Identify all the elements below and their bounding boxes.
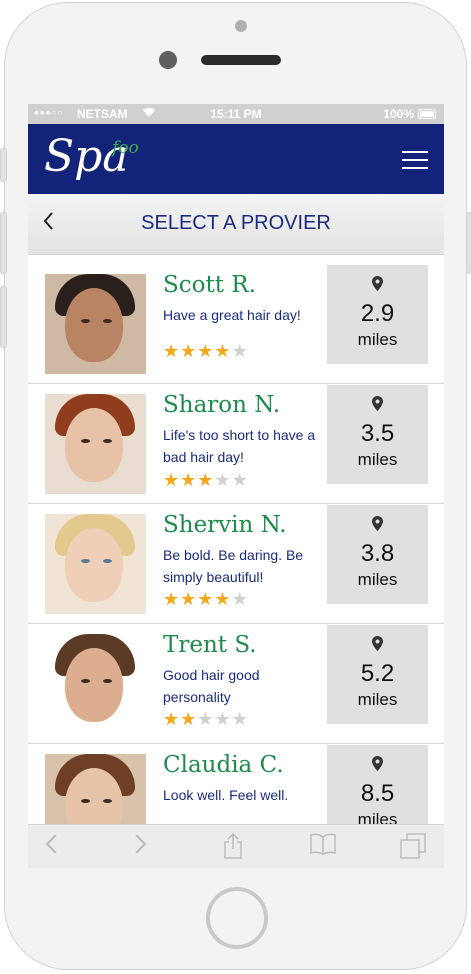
distance-box: 3.8 miles	[327, 505, 428, 604]
provider-item[interactable]: Sharon N. Life's too short to have a bad…	[28, 384, 444, 504]
battery-percent: 100%	[383, 107, 414, 121]
star-filled-icon: ★	[180, 709, 198, 729]
distance-unit: miles	[357, 690, 398, 709]
star-filled-icon: ★	[197, 341, 215, 361]
star-filled-icon: ★	[163, 709, 181, 729]
star-filled-icon: ★	[163, 589, 181, 609]
volume-down-button[interactable]	[0, 286, 7, 348]
star-filled-icon: ★	[197, 589, 215, 609]
map-pin-icon	[372, 276, 383, 291]
provider-item[interactable]: Scott R. Have a great hair day! ★★★★★ 2.…	[28, 264, 444, 384]
front-camera	[159, 51, 177, 69]
rating-stars: ★★★★★	[163, 590, 249, 608]
earpiece-speaker	[201, 55, 281, 65]
star-empty-icon: ★	[231, 341, 249, 361]
distance-box: 2.9 miles	[327, 265, 428, 364]
power-button[interactable]	[466, 212, 471, 274]
provider-tagline: Be bold. Be daring. Be simply beautiful!	[163, 547, 304, 585]
status-time: 15:11 PM	[210, 107, 262, 121]
mute-switch[interactable]	[0, 148, 7, 182]
tabs-icon[interactable]	[400, 833, 426, 863]
distance-value: 2.9	[360, 300, 395, 327]
star-filled-icon: ★	[214, 341, 232, 361]
provider-name: Claudia C.	[163, 752, 284, 778]
share-icon[interactable]	[222, 832, 244, 863]
provider-name: Shervin N.	[163, 512, 287, 538]
star-filled-icon: ★	[214, 589, 232, 609]
star-filled-icon: ★	[180, 341, 198, 361]
provider-photo	[45, 514, 146, 614]
star-filled-icon: ★	[180, 589, 198, 609]
provider-photo	[45, 394, 146, 494]
star-empty-icon: ★	[231, 470, 249, 490]
proximity-sensor	[235, 20, 247, 32]
distance-unit: miles	[357, 570, 398, 589]
provider-name: Sharon N.	[163, 392, 281, 418]
rating-stars: ★★★★★	[163, 342, 249, 360]
page-header: SELECT A PROVIER	[28, 194, 444, 255]
provider-name: Trent S.	[163, 632, 257, 658]
rating-stars: ★★★★★	[163, 471, 249, 489]
map-pin-icon	[372, 756, 383, 771]
rating-stars: ★★★★★	[163, 710, 249, 728]
star-empty-icon: ★	[197, 709, 215, 729]
forward-icon[interactable]	[134, 833, 148, 859]
distance-box: 3.5 miles	[327, 385, 428, 484]
status-bar: ●●●○○ NETSAM 15:11 PM 100%	[28, 104, 444, 124]
provider-tagline: Life's too short to have a bad hair day!	[163, 427, 316, 465]
battery-icon	[418, 109, 436, 119]
map-pin-icon	[372, 516, 383, 531]
distance-value: 5.2	[360, 660, 395, 687]
star-filled-icon: ★	[163, 341, 181, 361]
star-filled-icon: ★	[163, 470, 181, 490]
hamburger-menu-icon[interactable]	[402, 151, 428, 169]
map-pin-icon	[372, 636, 383, 651]
provider-tagline: Good hair good personality	[163, 667, 260, 705]
distance-unit: miles	[357, 450, 398, 469]
back-icon[interactable]	[44, 833, 58, 859]
app-navbar: Spa foo	[28, 124, 444, 194]
provider-item[interactable]: Trent S. Good hair good personality ★★★★…	[28, 624, 444, 744]
provider-tagline: Look well. Feel well.	[163, 787, 289, 803]
star-filled-icon: ★	[197, 470, 215, 490]
star-filled-icon: ★	[180, 470, 198, 490]
provider-photo	[45, 274, 146, 374]
browser-toolbar	[28, 824, 444, 868]
distance-unit: miles	[357, 330, 398, 349]
provider-photo	[45, 634, 146, 734]
star-empty-icon: ★	[214, 709, 232, 729]
star-empty-icon: ★	[231, 709, 249, 729]
distance-box: 5.2 miles	[327, 625, 428, 724]
distance-value: 3.8	[360, 540, 395, 567]
screen: ●●●○○ NETSAM 15:11 PM 100% Spa foo SELEC…	[28, 104, 444, 868]
star-empty-icon: ★	[214, 470, 232, 490]
page-title: SELECT A PROVIER	[141, 212, 331, 234]
volume-up-button[interactable]	[0, 212, 7, 274]
logo-sub: foo	[112, 138, 139, 158]
distance-value: 3.5	[360, 420, 395, 447]
provider-item[interactable]: Shervin N. Be bold. Be daring. Be simply…	[28, 504, 444, 624]
provider-name: Scott R.	[163, 272, 256, 298]
provider-tagline: Have a great hair day!	[163, 307, 301, 323]
map-pin-icon	[372, 396, 383, 411]
bookmarks-icon[interactable]	[310, 833, 336, 859]
distance-value: 8.5	[360, 780, 395, 807]
star-empty-icon: ★	[231, 589, 249, 609]
home-button[interactable]	[206, 887, 268, 949]
